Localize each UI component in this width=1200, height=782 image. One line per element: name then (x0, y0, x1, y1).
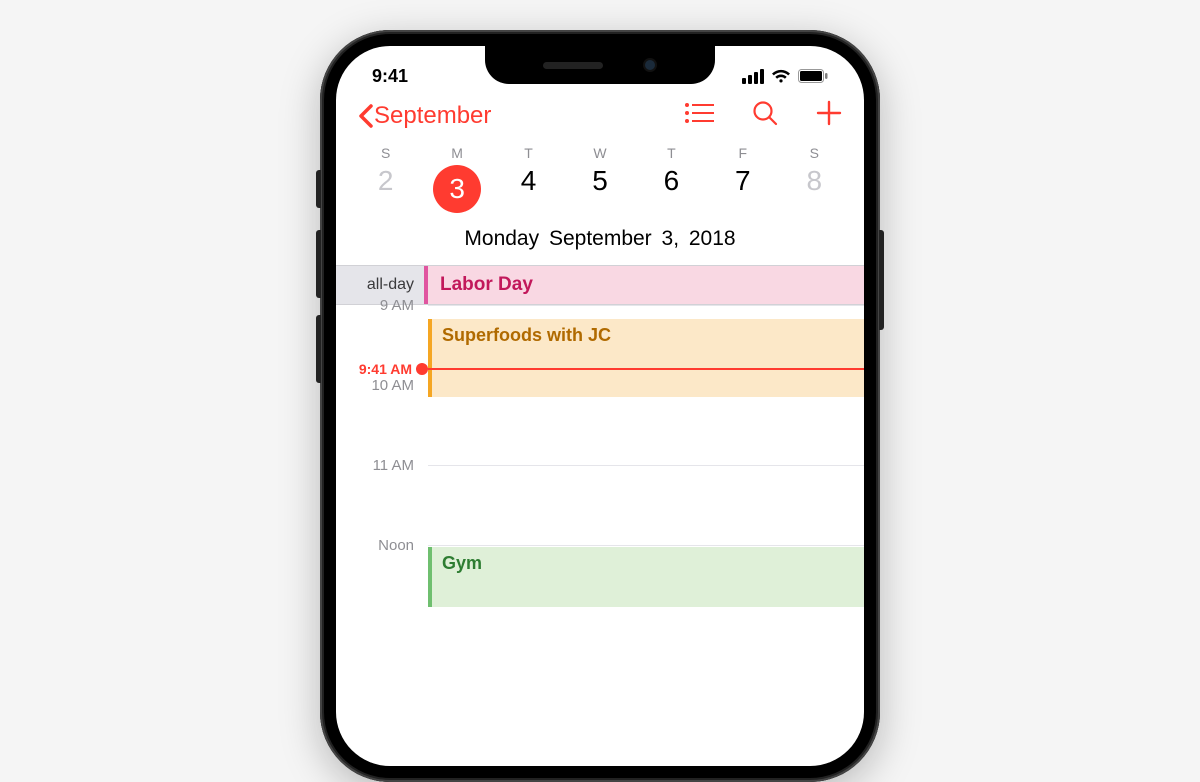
current-time-indicator: 9:41 AM (336, 361, 864, 377)
week-day[interactable]: 2 (350, 165, 421, 213)
week-day[interactable]: 5 (564, 165, 635, 213)
back-button[interactable]: September (358, 102, 491, 130)
wifi-icon (771, 69, 791, 84)
week-letter: F (707, 145, 778, 161)
week-day[interactable]: 4 (493, 165, 564, 213)
week-day[interactable]: 6 (636, 165, 707, 213)
week-header: SMTWTFS (336, 137, 864, 161)
notch (485, 46, 715, 84)
calendar-event[interactable]: Superfoods with JC (428, 319, 864, 397)
list-icon (684, 102, 714, 124)
add-event-button[interactable] (816, 100, 842, 131)
week-day[interactable]: 3 (421, 165, 492, 213)
battery-icon (798, 69, 828, 83)
hour-row: 10 AM (336, 385, 864, 465)
timeline[interactable]: 9 AM10 AM11 AMNoonSuperfoods with JCGym9… (336, 305, 864, 625)
search-button[interactable] (752, 100, 778, 131)
hour-row: 11 AM (336, 465, 864, 545)
week-letter: S (779, 145, 850, 161)
week-letter: M (421, 145, 492, 161)
list-view-button[interactable] (684, 102, 714, 129)
week-day[interactable]: 7 (707, 165, 778, 213)
calendar-event[interactable]: Gym (428, 547, 864, 607)
week-days[interactable]: 2345678 (336, 161, 864, 223)
week-letter: T (493, 145, 564, 161)
plus-icon (816, 100, 842, 126)
week-letter: S (350, 145, 421, 161)
chevron-left-icon (358, 104, 374, 128)
week-day[interactable]: 8 (779, 165, 850, 213)
date-title: Monday September 3, 2018 (336, 223, 864, 265)
hour-label: 11 AM (336, 457, 424, 537)
hour-label: 10 AM (336, 377, 424, 457)
back-label: September (374, 102, 491, 130)
allday-event[interactable]: Labor Day (424, 266, 864, 304)
week-letter: T (636, 145, 707, 161)
status-time: 9:41 (372, 66, 408, 87)
now-label: 9:41 AM (336, 361, 418, 377)
week-letter: W (564, 145, 635, 161)
hour-label: Noon (336, 537, 424, 617)
search-icon (752, 100, 778, 126)
cellular-icon (742, 69, 764, 84)
